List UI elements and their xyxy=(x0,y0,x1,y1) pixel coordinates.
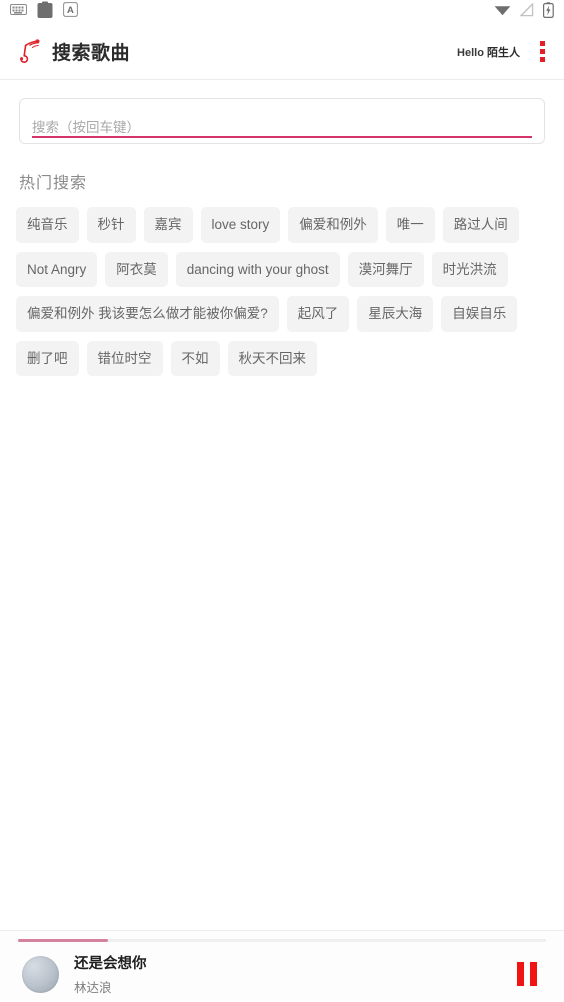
hot-search-tag[interactable]: Not Angry xyxy=(16,251,98,287)
hot-search-tag[interactable]: 阿衣莫 xyxy=(105,251,168,287)
kebab-menu-icon[interactable] xyxy=(534,41,550,63)
hot-search-tag[interactable]: 偏爱和例外 xyxy=(288,207,378,243)
keyboard-icon xyxy=(10,3,27,21)
hot-search-tag[interactable]: 偏爱和例外 我该要怎么做才能被你偏爱? xyxy=(16,296,279,332)
song-title: 还是会想你 xyxy=(74,956,147,972)
page-title: 搜索歌曲 xyxy=(52,43,131,64)
hot-search-tag[interactable]: 时光洪流 xyxy=(431,251,508,287)
status-bar-left-group: A xyxy=(10,1,79,24)
hot-search-tag[interactable]: 起风了 xyxy=(286,296,350,332)
hot-search-tag[interactable]: 嘉宾 xyxy=(143,207,193,243)
hot-search-tag[interactable]: 删了吧 xyxy=(16,340,79,376)
hot-search-tag[interactable]: 秋天不回来 xyxy=(227,340,317,376)
pause-bar-right xyxy=(530,962,537,986)
hot-search-tag[interactable]: 不如 xyxy=(170,340,220,376)
playback-progress-fill xyxy=(18,939,108,942)
hot-search-tag[interactable]: 唯一 xyxy=(385,207,435,243)
letter-a-icon: A xyxy=(62,1,79,22)
album-art-thumbnail[interactable] xyxy=(22,955,59,993)
hot-search-tag[interactable]: 路过人间 xyxy=(442,207,519,243)
signal-off-icon xyxy=(519,1,534,22)
header-actions: Hello 陌生人 xyxy=(457,41,550,63)
hot-search-tag[interactable]: 纯音乐 xyxy=(16,207,79,243)
hot-search-tag[interactable]: 漠河舞厅 xyxy=(347,251,424,287)
search-input[interactable] xyxy=(32,120,532,143)
hot-search-tag[interactable]: 错位时空 xyxy=(86,340,163,376)
music-note-logo-icon xyxy=(12,35,46,69)
battery-charging-icon xyxy=(543,1,554,23)
search-focus-underline xyxy=(32,136,532,138)
mini-player-bar: 还是会想你 林达浪 xyxy=(0,930,564,1002)
hot-search-tag[interactable]: dancing with your ghost xyxy=(175,251,340,287)
song-artist: 林达浪 xyxy=(74,981,112,995)
username-label: 陌生人 xyxy=(487,46,520,59)
clipboard-icon xyxy=(37,1,53,24)
hot-search-tag[interactable]: love story xyxy=(200,207,281,243)
hot-search-tag-list: 纯音乐 秒针 嘉宾 love story 偏爱和例外 唯一 路过人间 Not A… xyxy=(16,207,548,376)
hot-search-tag[interactable]: 秒针 xyxy=(86,207,136,243)
app-header: 搜索歌曲 Hello 陌生人 xyxy=(0,24,564,80)
hot-search-title: 热门搜索 xyxy=(19,175,88,192)
kebab-dot-3 xyxy=(539,57,545,62)
now-playing-meta: 还是会想你 林达浪 xyxy=(74,952,147,996)
greeting-label: Hello 陌生人 xyxy=(457,44,520,60)
search-card[interactable] xyxy=(19,98,545,144)
playback-progress-bar[interactable] xyxy=(18,939,546,942)
svg-text:A: A xyxy=(67,5,74,16)
kebab-dot-1 xyxy=(539,41,545,46)
greeting-prefix: Hello xyxy=(457,46,487,59)
pause-icon[interactable] xyxy=(512,961,542,987)
kebab-dot-2 xyxy=(539,49,545,54)
pause-bar-left xyxy=(517,962,524,986)
status-bar-right-group xyxy=(494,1,554,23)
hot-search-tag[interactable]: 自娱自乐 xyxy=(441,296,518,332)
player-content: 还是会想你 林达浪 xyxy=(0,945,564,1002)
hot-search-tag[interactable]: 星辰大海 xyxy=(357,296,434,332)
system-status-bar: A xyxy=(0,0,564,24)
wifi-icon xyxy=(494,3,511,21)
